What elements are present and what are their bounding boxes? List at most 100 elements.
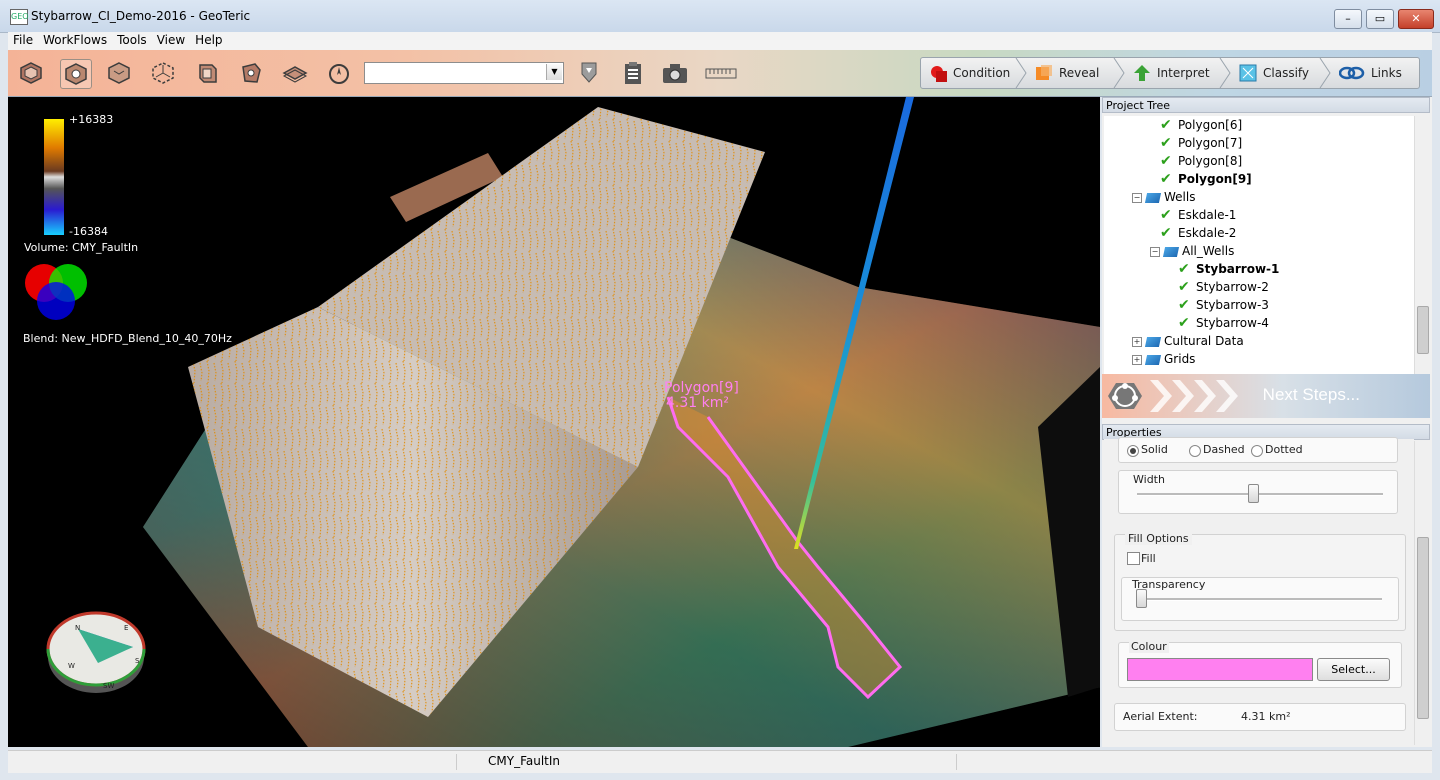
fill-options-label: Fill Options <box>1125 532 1192 545</box>
width-label: Width <box>1133 473 1165 486</box>
polygon-area-label: 4.31 km² <box>666 395 729 411</box>
properties-scrollbar[interactable] <box>1414 441 1430 745</box>
solid-label: Solid <box>1141 443 1168 456</box>
folder-icon <box>1144 192 1162 203</box>
compass-w: W <box>68 662 75 670</box>
dashed-label: Dashed <box>1203 443 1245 456</box>
scroll-thumb[interactable] <box>1417 306 1429 354</box>
line-style-group: Solid Dashed Dotted <box>1118 437 1398 463</box>
right-panel: Project Tree ✔ Polygon[6] ✔ Polygon[7] ✔ Po… <box>1102 97 1432 747</box>
transparency-group: Transparency <box>1121 577 1399 621</box>
3d-viewport[interactable]: +16383 -16384 Volume: CMY_FaultIn Blend:… <box>8 97 1100 747</box>
menu-view[interactable]: View <box>152 32 190 48</box>
tree-item-polygon-7[interactable]: ✔ Polygon[7] <box>1160 134 1242 152</box>
tree-item-stybarrow-3[interactable]: ✔ Stybarrow-3 <box>1178 296 1269 314</box>
tree-item-eskdale-1[interactable]: ✔ Eskdale-1 <box>1160 206 1236 224</box>
folder-icon <box>1162 246 1180 257</box>
check-icon: ✔ <box>1160 207 1172 223</box>
folder-icon <box>1144 336 1162 347</box>
width-group: Width <box>1118 470 1398 514</box>
check-icon: ✔ <box>1160 135 1172 151</box>
condition-icon <box>931 66 947 82</box>
tree-item-grids[interactable]: + Grids <box>1132 350 1195 368</box>
tree-item-eskdale-2[interactable]: ✔ Eskdale-2 <box>1160 224 1236 242</box>
tree-item-wells[interactable]: − Wells <box>1132 188 1195 206</box>
app-icon: GEO <box>10 9 29 25</box>
menu-help[interactable]: Help <box>190 32 227 48</box>
cube-view-icon[interactable] <box>60 59 92 89</box>
ruler-icon[interactable] <box>704 59 738 87</box>
dotted-radio[interactable] <box>1251 445 1263 457</box>
close-button[interactable]: ✕ <box>1398 9 1434 29</box>
expand-icon[interactable]: + <box>1132 354 1142 365</box>
dotted-label: Dotted <box>1265 443 1303 456</box>
tree-item-polygon-9[interactable]: ✔ Polygon[9] <box>1160 170 1252 188</box>
aerial-extent-value: 4.31 km² <box>1241 710 1291 723</box>
classify-icon <box>1239 64 1257 82</box>
fill-label: Fill <box>1141 552 1156 565</box>
colour-group: Colour Select... <box>1118 640 1402 688</box>
select-colour-button[interactable]: Select... <box>1317 658 1390 681</box>
tree-item-polygon-8[interactable]: ✔ Polygon[8] <box>1160 152 1242 170</box>
colorbar-max-label: +16383 <box>69 113 114 126</box>
tree-item-polygon-6[interactable]: ✔ Polygon[6] <box>1160 116 1242 134</box>
view-combo-box[interactable]: ▼ <box>364 62 564 84</box>
workflow-reveal-button[interactable]: Reveal <box>1035 58 1099 88</box>
volume-view-icon[interactable] <box>16 59 46 87</box>
colour-label: Colour <box>1129 640 1169 653</box>
compass-tool-icon[interactable] <box>324 59 354 87</box>
tree-item-stybarrow-4[interactable]: ✔ Stybarrow-4 <box>1178 314 1269 332</box>
fill-checkbox[interactable] <box>1127 552 1140 565</box>
transparency-slider-track[interactable] <box>1136 598 1382 601</box>
workflow-condition-button[interactable]: Condition <box>929 58 1010 88</box>
clipboard-icon[interactable] <box>618 59 648 87</box>
main-toolbar: ▼ Condition Reveal Interpret Classify Li… <box>8 50 1432 97</box>
camera-icon[interactable] <box>660 59 690 87</box>
scroll-thumb[interactable] <box>1417 537 1429 719</box>
workflow-classify-button[interactable]: Classify <box>1239 58 1309 88</box>
interpret-icon <box>1134 65 1150 81</box>
next-steps-banner[interactable]: Next Steps... <box>1102 374 1430 418</box>
collapse-icon[interactable]: − <box>1132 192 1142 203</box>
compass-s: S <box>135 657 140 665</box>
compass-e: E <box>124 624 129 632</box>
width-slider-thumb[interactable] <box>1247 484 1259 503</box>
probe-icon[interactable] <box>236 59 266 87</box>
solid-radio[interactable] <box>1127 445 1139 457</box>
chevron-right-icon <box>1015 58 1027 88</box>
horizon-cube-icon[interactable] <box>104 59 134 87</box>
check-icon: ✔ <box>1178 279 1190 295</box>
tree-item-cultural-data[interactable]: + Cultural Data <box>1132 332 1244 350</box>
menu-tools[interactable]: Tools <box>112 32 152 48</box>
width-slider-track[interactable] <box>1137 493 1383 496</box>
check-icon: ✔ <box>1160 117 1172 133</box>
menu-workflows[interactable]: WorkFlows <box>38 32 112 48</box>
collapse-icon[interactable]: − <box>1150 246 1160 257</box>
colour-swatch[interactable] <box>1127 658 1313 681</box>
check-icon: ✔ <box>1160 171 1172 187</box>
chevron-right-icon <box>1319 58 1331 88</box>
maximize-button[interactable]: ▭ <box>1366 9 1394 29</box>
transparency-slider-thumb[interactable] <box>1136 589 1147 608</box>
chevron-down-icon[interactable]: ▼ <box>546 64 562 80</box>
volume-label: Volume: CMY_FaultIn <box>24 241 139 254</box>
cube-axes-icon[interactable] <box>148 59 178 87</box>
workflow-links-button[interactable]: Links <box>1339 58 1402 88</box>
tree-scrollbar[interactable] <box>1414 116 1430 374</box>
tree-item-stybarrow-2[interactable]: ✔ Stybarrow-2 <box>1178 278 1269 296</box>
section-view-icon[interactable] <box>192 59 222 87</box>
compass-n: N <box>75 624 81 632</box>
chevron-right-icon <box>1219 58 1231 88</box>
polygon-pin-icon[interactable] <box>574 59 604 87</box>
properties-panel: Solid Dashed Dotted Width Fill Options F… <box>1104 437 1414 745</box>
minimize-button[interactable]: – <box>1334 9 1362 29</box>
expand-icon[interactable]: + <box>1132 336 1142 347</box>
menu-file[interactable]: File <box>8 32 38 48</box>
chevron-right-icon <box>1113 58 1125 88</box>
tree-item-stybarrow-1[interactable]: ✔ Stybarrow-1 <box>1178 260 1279 278</box>
workflow-interpret-button[interactable]: Interpret <box>1133 58 1210 88</box>
tree-item-all-wells[interactable]: − All_Wells <box>1150 242 1234 260</box>
check-icon: ✔ <box>1160 153 1172 169</box>
dashed-radio[interactable] <box>1189 445 1201 457</box>
well-log-icon[interactable] <box>280 59 310 87</box>
